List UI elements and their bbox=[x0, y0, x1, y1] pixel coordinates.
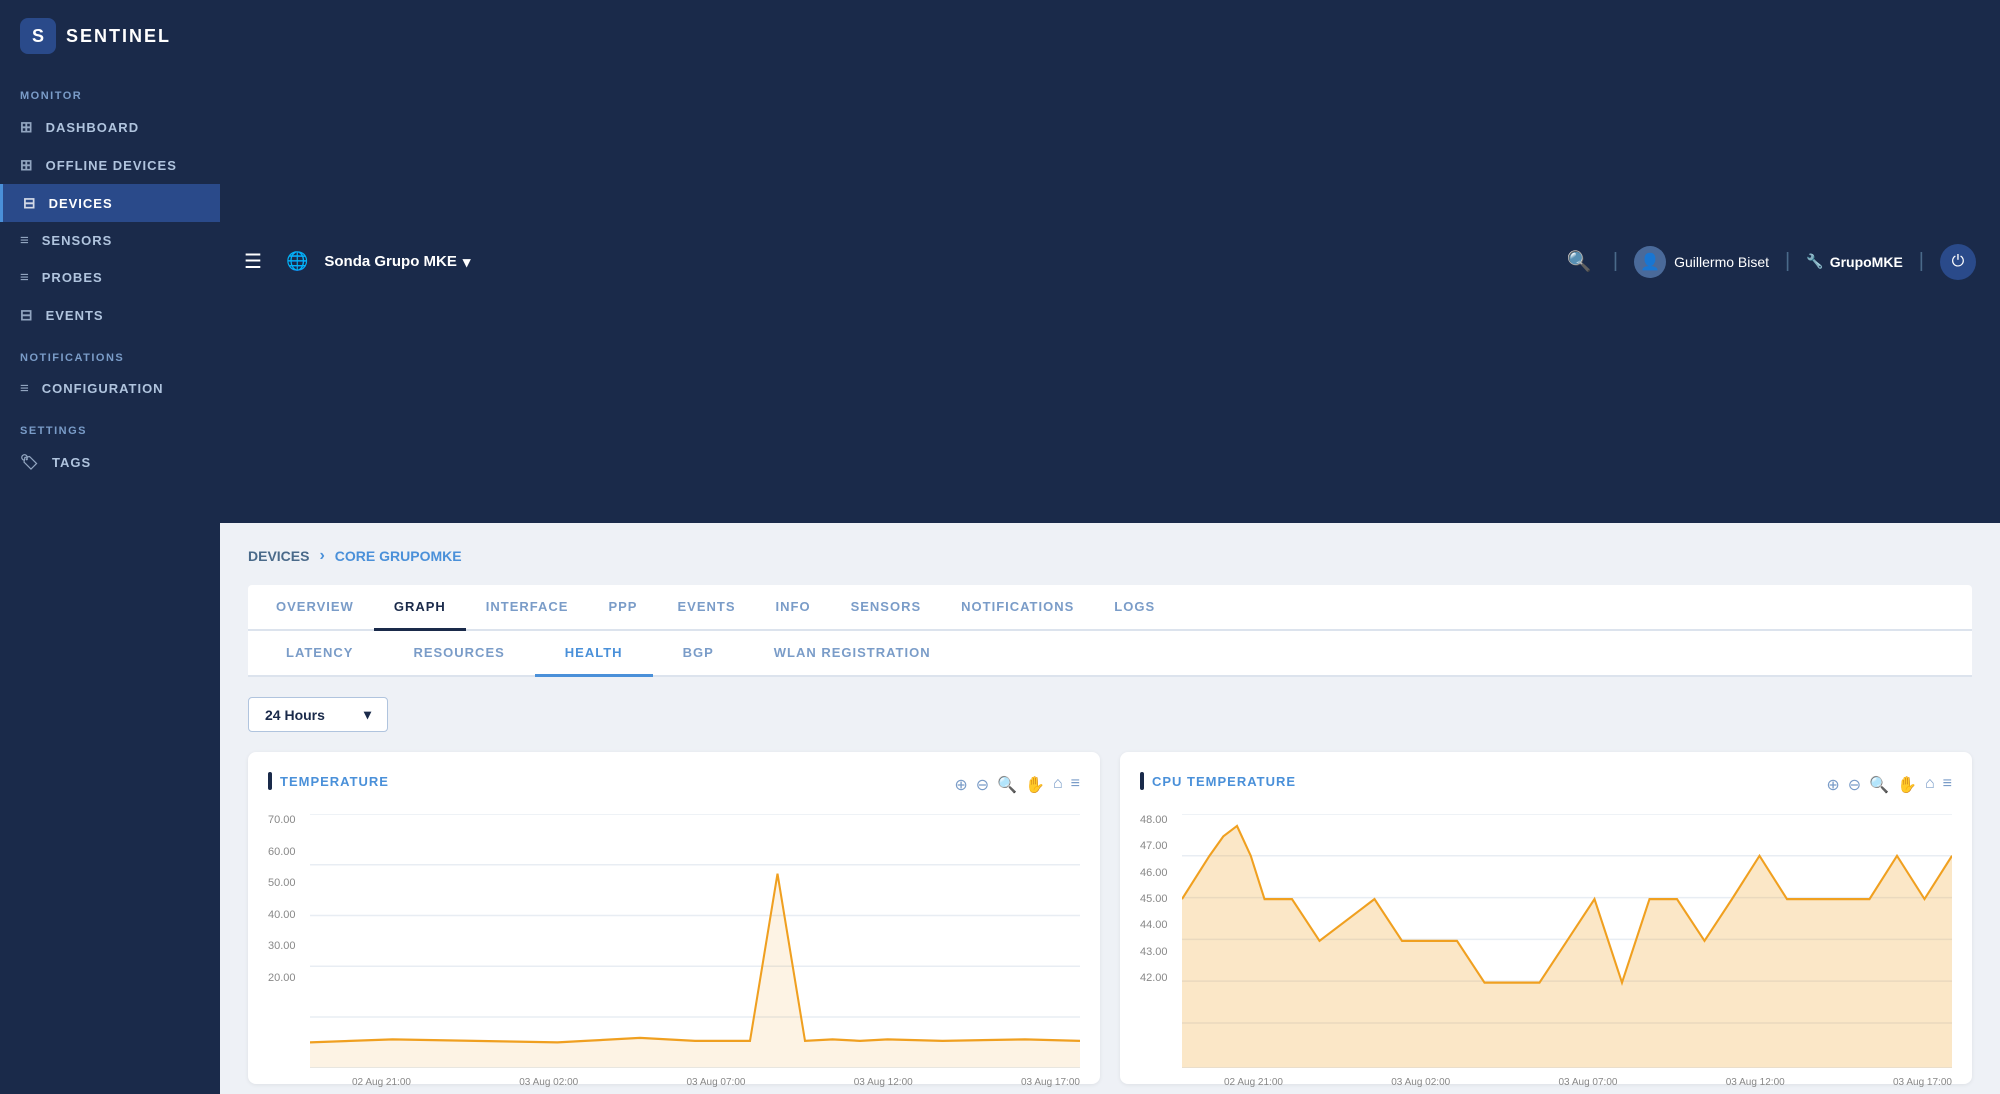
magnify-icon-cpu[interactable]: 🔍 bbox=[1869, 775, 1889, 795]
logo-icon: S bbox=[20, 18, 56, 54]
search-button[interactable]: 🔍 bbox=[1561, 244, 1597, 280]
tab-ppp[interactable]: PPP bbox=[588, 585, 657, 631]
y-labels-cpu: 48.00 47.00 46.00 45.00 44.00 43.00 42.0… bbox=[1140, 814, 1182, 984]
events-icon: ⊟ bbox=[20, 306, 34, 324]
tab-resources[interactable]: RESOURCES bbox=[383, 631, 534, 677]
power-button[interactable]: ⏻ bbox=[1940, 244, 1976, 280]
tab-info[interactable]: INFO bbox=[756, 585, 831, 631]
globe-icon: 🌐 bbox=[286, 251, 308, 272]
logo-text: SENTINEL bbox=[66, 26, 171, 47]
chart-toolbar-cpu: ⊕ ⊖ 🔍 ✋ ⌂ ≡ bbox=[1826, 775, 1952, 795]
temperature-svg bbox=[310, 814, 1080, 1068]
sidebar: S SENTINEL MONITOR ⊞ DASHBOARD ⊞ OFFLINE… bbox=[0, 0, 220, 1094]
probes-icon: ≡ bbox=[20, 269, 30, 286]
content-area: DEVICES › CORE GRUPOMKE OVERVIEW GRAPH I… bbox=[220, 523, 2000, 1094]
sidebar-item-devices[interactable]: ⊟ DEVICES bbox=[0, 184, 220, 222]
sidebar-item-events[interactable]: ⊟ EVENTS bbox=[0, 296, 220, 334]
charts-grid: TEMPERATURE ⊕ ⊖ 🔍 ✋ ⌂ ≡ 70.00 60.00 bbox=[248, 752, 1972, 1094]
grid-icon-2: ⊞ bbox=[20, 156, 34, 174]
tab-wlan[interactable]: WLAN REGISTRATION bbox=[744, 631, 961, 677]
sidebar-item-offline-devices[interactable]: ⊞ OFFLINE DEVICES bbox=[0, 146, 220, 184]
time-value: 24 Hours bbox=[265, 707, 325, 723]
time-selector[interactable]: 24 Hours ▾ bbox=[248, 697, 388, 732]
breadcrumb-parent[interactable]: DEVICES bbox=[248, 548, 309, 564]
tab-latency[interactable]: LATENCY bbox=[256, 631, 383, 677]
zoom-out-icon[interactable]: ⊖ bbox=[976, 775, 989, 795]
tab-graph[interactable]: GRAPH bbox=[374, 585, 466, 631]
tab-events[interactable]: EVENTS bbox=[657, 585, 755, 631]
chart-inner-temperature: 70.00 60.00 50.00 40.00 30.00 20.00 bbox=[268, 814, 1080, 1068]
user-name: Guillermo Biset bbox=[1674, 254, 1769, 270]
tab-health[interactable]: HEALTH bbox=[535, 631, 653, 677]
tab-overview[interactable]: OVERVIEW bbox=[256, 585, 374, 631]
x-labels-temperature: 02 Aug 21:00 03 Aug 02:00 03 Aug 07:00 0… bbox=[310, 1077, 1080, 1088]
sidebar-item-sensors[interactable]: ≡ SENSORS bbox=[0, 222, 220, 259]
sep-2: | bbox=[1785, 250, 1790, 273]
configuration-icon: ≡ bbox=[20, 380, 30, 397]
grupo-button[interactable]: 🔧 GrupoMKE bbox=[1806, 253, 1903, 270]
wrench-icon: 🔧 bbox=[1806, 253, 1823, 270]
chart-inner-cpu: 48.00 47.00 46.00 45.00 44.00 43.00 42.0… bbox=[1140, 814, 1952, 1068]
chart-title-cpu: CPU TEMPERATURE bbox=[1140, 772, 1296, 790]
chart-title-temperature: TEMPERATURE bbox=[268, 772, 389, 790]
title-bar-cpu bbox=[1140, 772, 1144, 790]
tab-bgp[interactable]: BGP bbox=[653, 631, 744, 677]
x-labels-cpu: 02 Aug 21:00 03 Aug 02:00 03 Aug 07:00 0… bbox=[1182, 1077, 1952, 1088]
sub-tabs: LATENCY RESOURCES HEALTH BGP WLAN REGIST… bbox=[248, 631, 1972, 677]
settings-section-label: SETTINGS bbox=[0, 407, 220, 443]
sidebar-logo: S SENTINEL bbox=[0, 0, 220, 72]
sidebar-item-tags[interactable]: 🏷 TAGS bbox=[0, 443, 220, 481]
chart-plot-temperature: 02 Aug 21:00 03 Aug 02:00 03 Aug 07:00 0… bbox=[310, 814, 1080, 1068]
breadcrumb-current: CORE GRUPOMKE bbox=[335, 548, 462, 564]
menu-icon[interactable]: ☰ bbox=[244, 249, 262, 274]
tab-interface[interactable]: INTERFACE bbox=[466, 585, 589, 631]
sidebar-item-probes[interactable]: ≡ PROBES bbox=[0, 259, 220, 296]
chart-cpu-temperature: CPU TEMPERATURE ⊕ ⊖ 🔍 ✋ ⌂ ≡ 48.00 47.00 bbox=[1120, 752, 1972, 1084]
chart-toolbar-temperature: ⊕ ⊖ 🔍 ✋ ⌂ ≡ bbox=[954, 775, 1080, 795]
devices-icon: ⊟ bbox=[23, 194, 37, 212]
home-icon[interactable]: ⌂ bbox=[1053, 775, 1063, 795]
user-menu[interactable]: 👤 Guillermo Biset bbox=[1634, 246, 1769, 278]
monitor-section-label: MONITOR bbox=[0, 72, 220, 108]
zoom-in-icon[interactable]: ⊕ bbox=[954, 775, 967, 795]
zoom-out-icon-cpu[interactable]: ⊖ bbox=[1848, 775, 1861, 795]
user-avatar: 👤 bbox=[1634, 246, 1666, 278]
cpu-temp-svg bbox=[1182, 814, 1952, 1068]
main-tabs: OVERVIEW GRAPH INTERFACE PPP EVENTS INFO… bbox=[248, 585, 1972, 631]
drag-icon-cpu[interactable]: ✋ bbox=[1897, 775, 1917, 795]
device-selector[interactable]: Sonda Grupo MKE ▾ bbox=[324, 253, 470, 271]
tab-sensors[interactable]: SENSORS bbox=[831, 585, 942, 631]
topbar-right: 🔍 | 👤 Guillermo Biset | 🔧 GrupoMKE | ⏻ bbox=[1561, 244, 1976, 280]
tab-notifications[interactable]: NOTIFICATIONS bbox=[941, 585, 1094, 631]
breadcrumb: DEVICES › CORE GRUPOMKE bbox=[248, 547, 1972, 565]
sep-1: | bbox=[1613, 250, 1618, 273]
menu-icon-chart[interactable]: ≡ bbox=[1071, 775, 1080, 795]
magnify-icon[interactable]: 🔍 bbox=[997, 775, 1017, 795]
grid-icon: ⊞ bbox=[20, 118, 34, 136]
home-icon-cpu[interactable]: ⌂ bbox=[1925, 775, 1935, 795]
tab-logs[interactable]: LOGS bbox=[1094, 585, 1175, 631]
breadcrumb-sep: › bbox=[319, 547, 324, 565]
title-bar bbox=[268, 772, 272, 790]
sep-3: | bbox=[1919, 250, 1924, 273]
topbar: ☰ 🌐 Sonda Grupo MKE ▾ 🔍 | 👤 Guillermo Bi… bbox=[220, 0, 2000, 523]
sidebar-item-dashboard[interactable]: ⊞ DASHBOARD bbox=[0, 108, 220, 146]
notifications-section-label: NOTIFICATIONS bbox=[0, 334, 220, 370]
drag-icon[interactable]: ✋ bbox=[1025, 775, 1045, 795]
tags-icon: 🏷 bbox=[20, 453, 40, 471]
chart-temperature: TEMPERATURE ⊕ ⊖ 🔍 ✋ ⌂ ≡ 70.00 60.00 bbox=[248, 752, 1100, 1084]
time-arrow: ▾ bbox=[364, 706, 371, 723]
sidebar-item-configuration[interactable]: ≡ CONFIGURATION bbox=[0, 370, 220, 407]
main-panel: ☰ 🌐 Sonda Grupo MKE ▾ 🔍 | 👤 Guillermo Bi… bbox=[220, 0, 2000, 1094]
menu-icon-cpu[interactable]: ≡ bbox=[1943, 775, 1952, 795]
sensors-icon: ≡ bbox=[20, 232, 30, 249]
y-labels-temperature: 70.00 60.00 50.00 40.00 30.00 20.00 bbox=[268, 814, 310, 984]
zoom-in-icon-cpu[interactable]: ⊕ bbox=[1826, 775, 1839, 795]
chart-plot-cpu: 02 Aug 21:00 03 Aug 02:00 03 Aug 07:00 0… bbox=[1182, 814, 1952, 1068]
